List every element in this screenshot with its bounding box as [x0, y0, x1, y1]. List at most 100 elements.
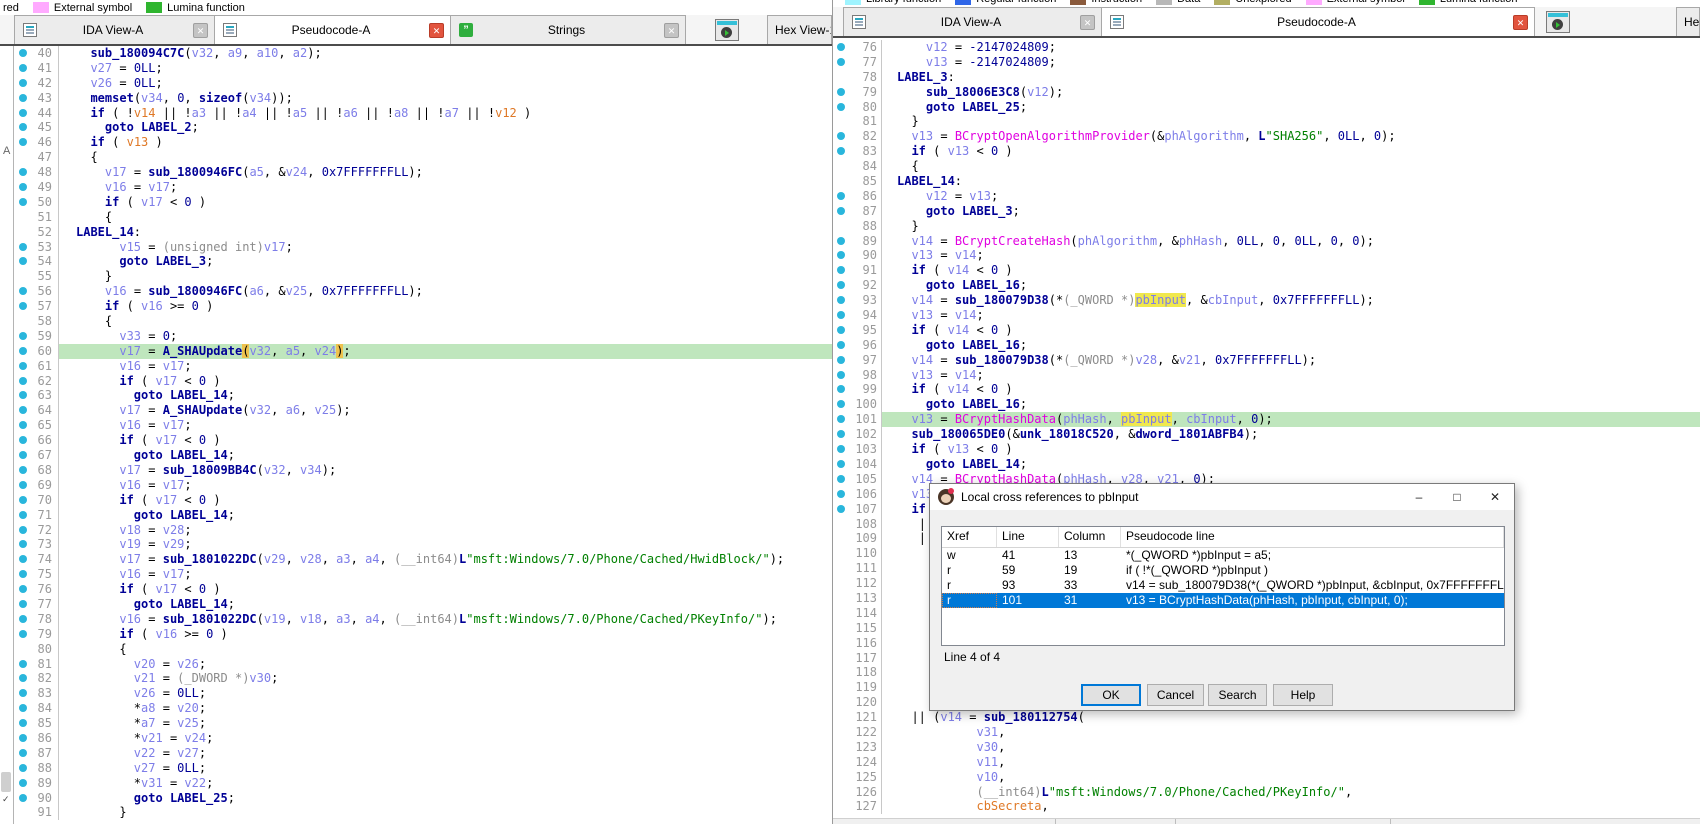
graph-overview-icon[interactable] — [715, 19, 739, 41]
breakpoint-gutter[interactable] — [14, 657, 32, 672]
code-text[interactable]: goto LABEL_14; — [881, 457, 1700, 472]
breakpoint-dot-icon[interactable] — [19, 660, 27, 668]
code-text[interactable]: goto LABEL_3; — [58, 254, 832, 269]
breakpoint-gutter[interactable] — [14, 612, 32, 627]
breakpoint-dot-icon[interactable] — [19, 243, 27, 251]
breakpoint-gutter[interactable] — [14, 344, 32, 359]
code-line[interactable]: 98 v13 = v14; — [833, 368, 1700, 383]
code-line[interactable]: 89 *v31 = v22; — [0, 776, 832, 791]
breakpoint-dot-icon[interactable] — [19, 600, 27, 608]
breakpoint-gutter[interactable] — [833, 472, 849, 487]
code-text[interactable]: v17 = sub_1800946FC(a5, &v24, 0x7FFFFFFF… — [58, 165, 832, 180]
code-text[interactable]: v12 = -2147024809; — [881, 40, 1700, 55]
breakpoint-dot-icon[interactable] — [837, 400, 845, 408]
breakpoint-gutter[interactable] — [833, 368, 849, 383]
breakpoint-gutter[interactable] — [833, 278, 849, 293]
code-line[interactable]: 53 v15 = (unsigned int)v17; — [0, 240, 832, 255]
code-text[interactable]: v16 = v17; — [58, 359, 832, 374]
code-line[interactable]: 41 v27 = 0LL; — [0, 61, 832, 76]
breakpoint-gutter[interactable] — [833, 442, 849, 457]
code-line[interactable]: 100 goto LABEL_16; — [833, 397, 1700, 412]
breakpoint-gutter[interactable] — [14, 91, 32, 106]
breakpoint-dot-icon[interactable] — [837, 460, 845, 468]
breakpoint-gutter[interactable] — [14, 776, 32, 791]
breakpoint-dot-icon[interactable] — [19, 138, 27, 146]
breakpoint-dot-icon[interactable] — [837, 371, 845, 379]
breakpoint-gutter[interactable] — [14, 240, 32, 255]
code-text[interactable]: sub_18006E3C8(v12); — [881, 85, 1700, 100]
code-line[interactable]: 83 v26 = 0LL; — [0, 686, 832, 701]
code-text[interactable]: if ( v17 < 0 ) — [58, 374, 832, 389]
breakpoint-gutter[interactable] — [14, 165, 32, 180]
breakpoint-gutter[interactable] — [833, 129, 849, 144]
breakpoint-gutter[interactable] — [833, 740, 849, 755]
code-line[interactable]: 49 v16 = v17; — [0, 180, 832, 195]
breakpoint-dot-icon[interactable] — [837, 490, 845, 498]
breakpoint-dot-icon[interactable] — [837, 207, 845, 215]
breakpoint-gutter[interactable] — [833, 353, 849, 368]
breakpoint-dot-icon[interactable] — [19, 689, 27, 697]
breakpoint-dot-icon[interactable] — [837, 43, 845, 51]
code-text[interactable]: v30, — [881, 740, 1700, 755]
code-text[interactable]: goto LABEL_3; — [881, 204, 1700, 219]
code-text[interactable]: v13 = v14; — [881, 308, 1700, 323]
code-line[interactable]: 73 v19 = v29; — [0, 537, 832, 552]
code-line[interactable]: 81 v20 = v26; — [0, 657, 832, 672]
breakpoint-gutter[interactable] — [14, 537, 32, 552]
breakpoint-dot-icon[interactable] — [19, 585, 27, 593]
breakpoint-dot-icon[interactable] — [19, 719, 27, 727]
tab-strings[interactable]: ”Strings✕ — [450, 15, 686, 44]
code-text[interactable]: v33 = 0; — [58, 329, 832, 344]
breakpoint-gutter[interactable] — [14, 195, 32, 210]
code-line[interactable]: 92 goto LABEL_16; — [833, 278, 1700, 293]
breakpoint-gutter[interactable] — [14, 403, 32, 418]
breakpoint-gutter[interactable] — [833, 502, 849, 517]
breakpoint-gutter[interactable] — [833, 695, 849, 710]
code-text[interactable]: v27 = 0LL; — [58, 61, 832, 76]
tab-ida-view-a[interactable]: IDA View-A✕ — [843, 7, 1102, 36]
code-line[interactable]: 99 if ( v14 < 0 ) — [833, 382, 1700, 397]
code-line[interactable]: 104 goto LABEL_14; — [833, 457, 1700, 472]
code-line[interactable]: 91 if ( v14 < 0 ) — [833, 263, 1700, 278]
breakpoint-dot-icon[interactable] — [19, 555, 27, 563]
breakpoint-gutter[interactable] — [833, 457, 849, 472]
code-text[interactable]: *a7 = v25; — [58, 716, 832, 731]
breakpoint-gutter[interactable] — [14, 671, 32, 686]
breakpoint-gutter[interactable] — [14, 61, 32, 76]
code-line[interactable]: 77 v13 = -2147024809; — [833, 55, 1700, 70]
code-line[interactable]: 101 v13 = BCryptHashData(phHash, pbInput… — [833, 412, 1700, 427]
code-line[interactable]: 79 sub_18006E3C8(v12); — [833, 85, 1700, 100]
code-line[interactable]: 63 goto LABEL_14; — [0, 388, 832, 403]
breakpoint-dot-icon[interactable] — [19, 406, 27, 414]
code-text[interactable]: if ( v13 < 0 ) — [881, 442, 1700, 457]
code-line[interactable]: 122 v31, — [833, 725, 1700, 740]
breakpoint-gutter[interactable] — [14, 76, 32, 91]
code-line[interactable]: 124 v11, — [833, 755, 1700, 770]
breakpoint-gutter[interactable] — [833, 665, 849, 680]
breakpoint-dot-icon[interactable] — [19, 570, 27, 578]
code-text[interactable]: } — [881, 114, 1700, 129]
breakpoint-dot-icon[interactable] — [19, 257, 27, 265]
breakpoint-gutter[interactable] — [14, 418, 32, 433]
code-line[interactable]: 47 { — [0, 150, 832, 165]
breakpoint-gutter[interactable] — [833, 55, 849, 70]
breakpoint-gutter[interactable] — [833, 531, 849, 546]
breakpoint-gutter[interactable] — [14, 508, 32, 523]
breakpoint-dot-icon[interactable] — [837, 251, 845, 259]
breakpoint-gutter[interactable] — [833, 785, 849, 800]
breakpoint-gutter[interactable] — [14, 254, 32, 269]
breakpoint-dot-icon[interactable] — [19, 94, 27, 102]
code-text[interactable]: if ( v13 < 0 ) — [881, 144, 1700, 159]
breakpoint-dot-icon[interactable] — [19, 436, 27, 444]
breakpoint-gutter[interactable] — [14, 478, 32, 493]
code-line[interactable]: 83 if ( v13 < 0 ) — [833, 144, 1700, 159]
breakpoint-dot-icon[interactable] — [19, 794, 27, 802]
code-text[interactable]: v13 = BCryptOpenAlgorithmProvider(&phAlg… — [881, 129, 1700, 144]
code-text[interactable]: LABEL_3: — [881, 70, 1700, 85]
breakpoint-gutter[interactable] — [833, 323, 849, 338]
code-text[interactable]: cbSecreta, — [881, 799, 1700, 814]
code-text[interactable]: v12 = v13; — [881, 189, 1700, 204]
breakpoint-gutter[interactable] — [14, 225, 32, 240]
code-line[interactable]: 50 if ( v17 < 0 ) — [0, 195, 832, 210]
breakpoint-dot-icon[interactable] — [19, 168, 27, 176]
